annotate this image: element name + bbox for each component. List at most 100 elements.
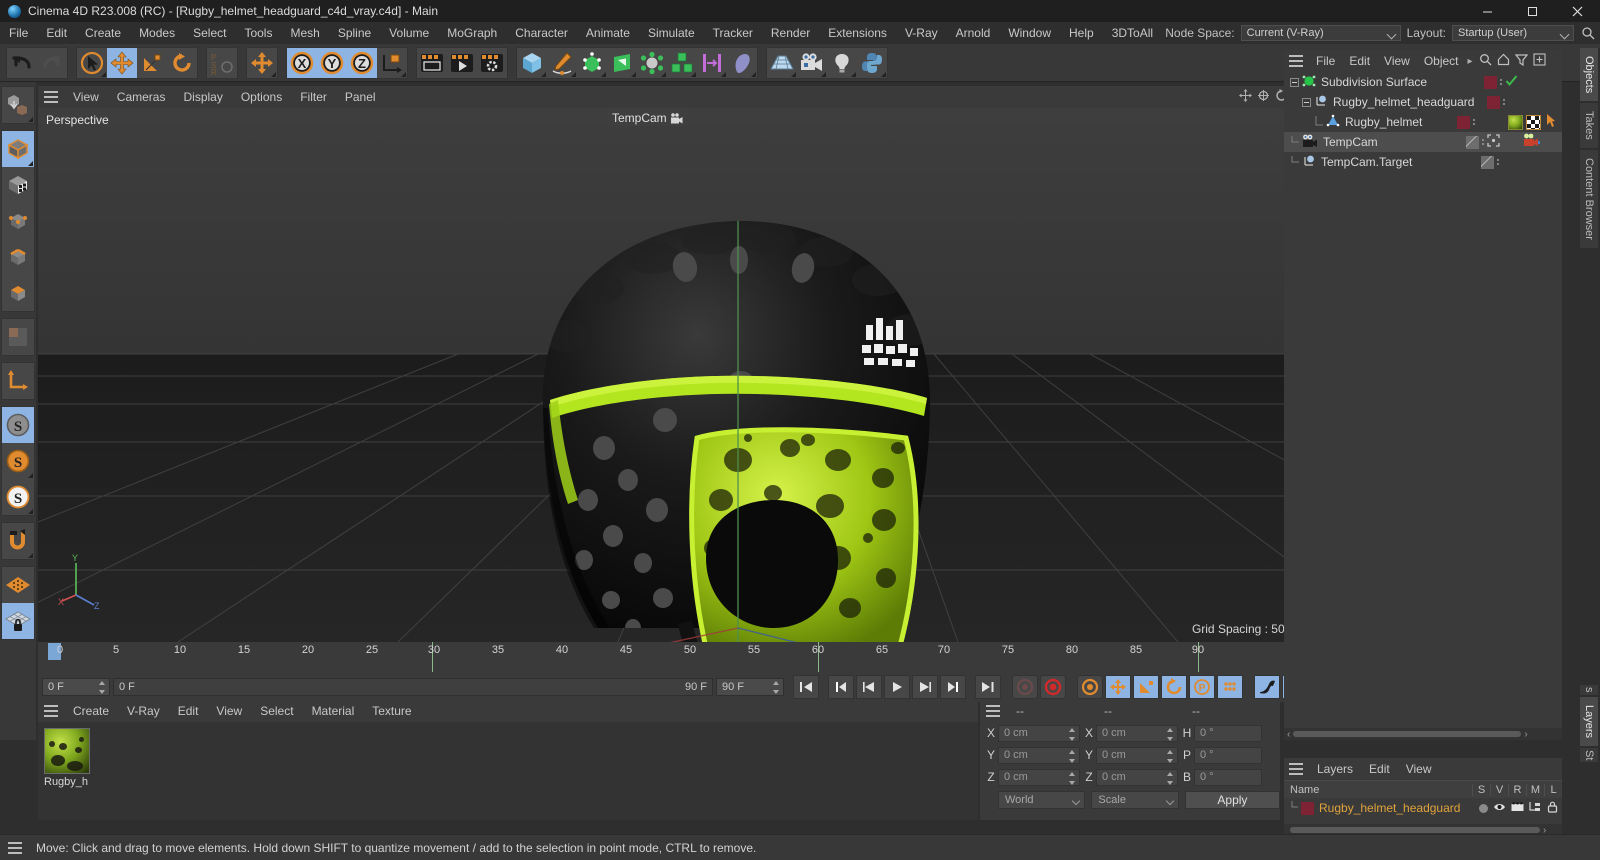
zoom-view-icon[interactable]: [1257, 89, 1270, 105]
object-home-icon[interactable]: [1497, 53, 1510, 69]
record-active-objects-button[interactable]: [1012, 675, 1038, 699]
close-button[interactable]: [1555, 0, 1600, 22]
coord-size-x-field[interactable]: 0 cm: [1096, 724, 1178, 742]
pan-view-icon[interactable]: [1239, 89, 1252, 105]
timeline-ruler[interactable]: 0 5 10 15 20 25 30 35 40 45 50 55 60 65 …: [38, 642, 1312, 674]
object-color-swatch[interactable]: [1481, 155, 1494, 169]
selection-tag-icon[interactable]: [1544, 113, 1556, 131]
tab-structure-top[interactable]: s: [1580, 685, 1598, 695]
object-dots-icon[interactable]: [1499, 79, 1503, 85]
layers-menu-edit[interactable]: Edit: [1361, 758, 1398, 780]
preview-range-bar[interactable]: 0 F 90 F: [113, 678, 713, 696]
material-menu-edit[interactable]: Edit: [169, 700, 208, 722]
point-mode-button[interactable]: [2, 203, 34, 239]
coord-rotation-b-field[interactable]: 0 °: [1194, 768, 1262, 786]
coord-position-y-field[interactable]: 0 cm: [998, 746, 1080, 764]
material-menu-material[interactable]: Material: [303, 700, 364, 722]
object-tree[interactable]: Subdivision Surface Rugby_helmet_headgua…: [1284, 72, 1562, 172]
select-tool-button[interactable]: [77, 48, 107, 78]
status-hamburger-icon[interactable]: [6, 841, 24, 855]
coord-position-y-spinner[interactable]: [1069, 749, 1076, 763]
camera-tag-icon[interactable]: [1523, 133, 1540, 151]
menu-item-modes[interactable]: Modes: [130, 22, 184, 44]
object-dots-icon[interactable]: [1502, 99, 1506, 105]
menu-item-spline[interactable]: Spline: [329, 22, 380, 44]
coord-size-x-spinner[interactable]: [1167, 727, 1174, 741]
previous-key-button[interactable]: [828, 675, 854, 699]
go-to-start-button[interactable]: [793, 675, 819, 699]
expand-toggle-icon[interactable]: [1288, 77, 1300, 87]
layer-solo-toggle[interactable]: [1479, 803, 1488, 813]
menu-item-render[interactable]: Render: [762, 22, 819, 44]
menu-item-file[interactable]: File: [0, 22, 37, 44]
menu-item-select[interactable]: Select: [184, 22, 235, 44]
world-move-button[interactable]: [247, 48, 277, 78]
material-menu-select[interactable]: Select: [251, 700, 302, 722]
object-search-icon[interactable]: [1479, 53, 1492, 69]
material-item[interactable]: Rugby_h: [44, 728, 96, 788]
make-editable-button[interactable]: [2, 87, 34, 123]
rotation-key-button[interactable]: [1161, 675, 1187, 699]
viewport-3d[interactable]: Perspective Grid Spacing : 50 cm TempCam…: [38, 108, 1312, 642]
enable-snap-button[interactable]: S: [2, 407, 34, 443]
object-row-rugby-helmet[interactable]: Rugby_helmet: [1284, 112, 1562, 132]
move-tool-button[interactable]: [107, 47, 137, 78]
menu-item-3dtoall[interactable]: 3DToAll: [1103, 22, 1162, 44]
expand-toggle-icon[interactable]: [1300, 97, 1312, 107]
texture-mode-button[interactable]: [2, 167, 34, 203]
object-dots-icon[interactable]: [1496, 159, 1500, 165]
menu-item-help[interactable]: Help: [1060, 22, 1103, 44]
edge-mode-button[interactable]: [2, 239, 34, 275]
object-enabled-check-icon[interactable]: [1505, 74, 1518, 90]
add-cube-button[interactable]: [517, 48, 547, 78]
timeline-ruler-panel[interactable]: 0 5 10 15 20 25 30 35 40 45 50 55 60 65 …: [38, 642, 1558, 674]
y-axis-lock-button[interactable]: Y: [317, 47, 347, 78]
layers-hamburger-icon[interactable]: [1287, 762, 1305, 776]
snap-settings-button[interactable]: S: [2, 443, 34, 479]
object-row-tempcam[interactable]: TempCam: [1284, 132, 1562, 152]
object-menu-more-icon[interactable]: ▸: [1468, 56, 1473, 67]
layout-select[interactable]: Startup (User): [1452, 25, 1574, 41]
minimize-button[interactable]: [1465, 0, 1510, 22]
menu-item-window[interactable]: Window: [999, 22, 1060, 44]
layer-lock-icon[interactable]: [1547, 801, 1558, 816]
scroll-right-icon[interactable]: ›: [1521, 729, 1530, 740]
viewport-menu-filter[interactable]: Filter: [291, 86, 336, 108]
coord-size-z-field[interactable]: 0 cm: [1096, 768, 1178, 786]
object-row-rugby-helmet-headguard[interactable]: Rugby_helmet_headguard: [1284, 92, 1562, 112]
viewport-camera-tag[interactable]: TempCam: [608, 110, 687, 126]
redo-button[interactable]: [37, 48, 67, 78]
layers-menu-view[interactable]: View: [1398, 758, 1440, 780]
coord-position-x-spinner[interactable]: [1069, 727, 1076, 741]
material-manager-body[interactable]: Rugby_h: [38, 722, 978, 820]
object-color-swatch[interactable]: [1487, 95, 1500, 109]
step-forward-button[interactable]: [912, 675, 938, 699]
object-axis-button[interactable]: [377, 48, 407, 78]
add-environment-button[interactable]: [637, 48, 667, 78]
add-character-button[interactable]: [727, 48, 757, 78]
magnet-button[interactable]: [2, 523, 34, 559]
menu-item-animate[interactable]: Animate: [577, 22, 639, 44]
tab-objects[interactable]: Objects: [1580, 48, 1598, 102]
add-generator-button[interactable]: [577, 48, 607, 78]
layer-visible-icon[interactable]: [1493, 801, 1506, 815]
add-spline-button[interactable]: [547, 48, 577, 78]
current-frame-spinner[interactable]: [99, 681, 106, 694]
layers-menu-layers[interactable]: Layers: [1309, 758, 1361, 780]
viewport-menu-view[interactable]: View: [64, 86, 108, 108]
object-dots-icon[interactable]: [1472, 119, 1476, 125]
layers-scroll-thumb[interactable]: [1290, 827, 1540, 833]
menu-item-mograph[interactable]: MoGraph: [438, 22, 506, 44]
go-to-end-button[interactable]: [975, 675, 1001, 699]
viewport-menu-panel[interactable]: Panel: [336, 86, 385, 108]
material-thumbnail[interactable]: [44, 728, 90, 774]
object-color-swatch[interactable]: [1457, 115, 1470, 129]
x-axis-lock-button[interactable]: XX: [287, 47, 317, 78]
coordinates-hamburger-icon[interactable]: [984, 704, 1002, 718]
document-end-frame-field[interactable]: 90 F: [716, 678, 784, 696]
document-end-frame-spinner[interactable]: [773, 681, 780, 694]
menu-item-character[interactable]: Character: [506, 22, 577, 44]
coord-size-y-spinner[interactable]: [1167, 749, 1174, 763]
scale-key-button[interactable]: [1133, 675, 1159, 699]
object-target-icon[interactable]: [1487, 134, 1500, 150]
